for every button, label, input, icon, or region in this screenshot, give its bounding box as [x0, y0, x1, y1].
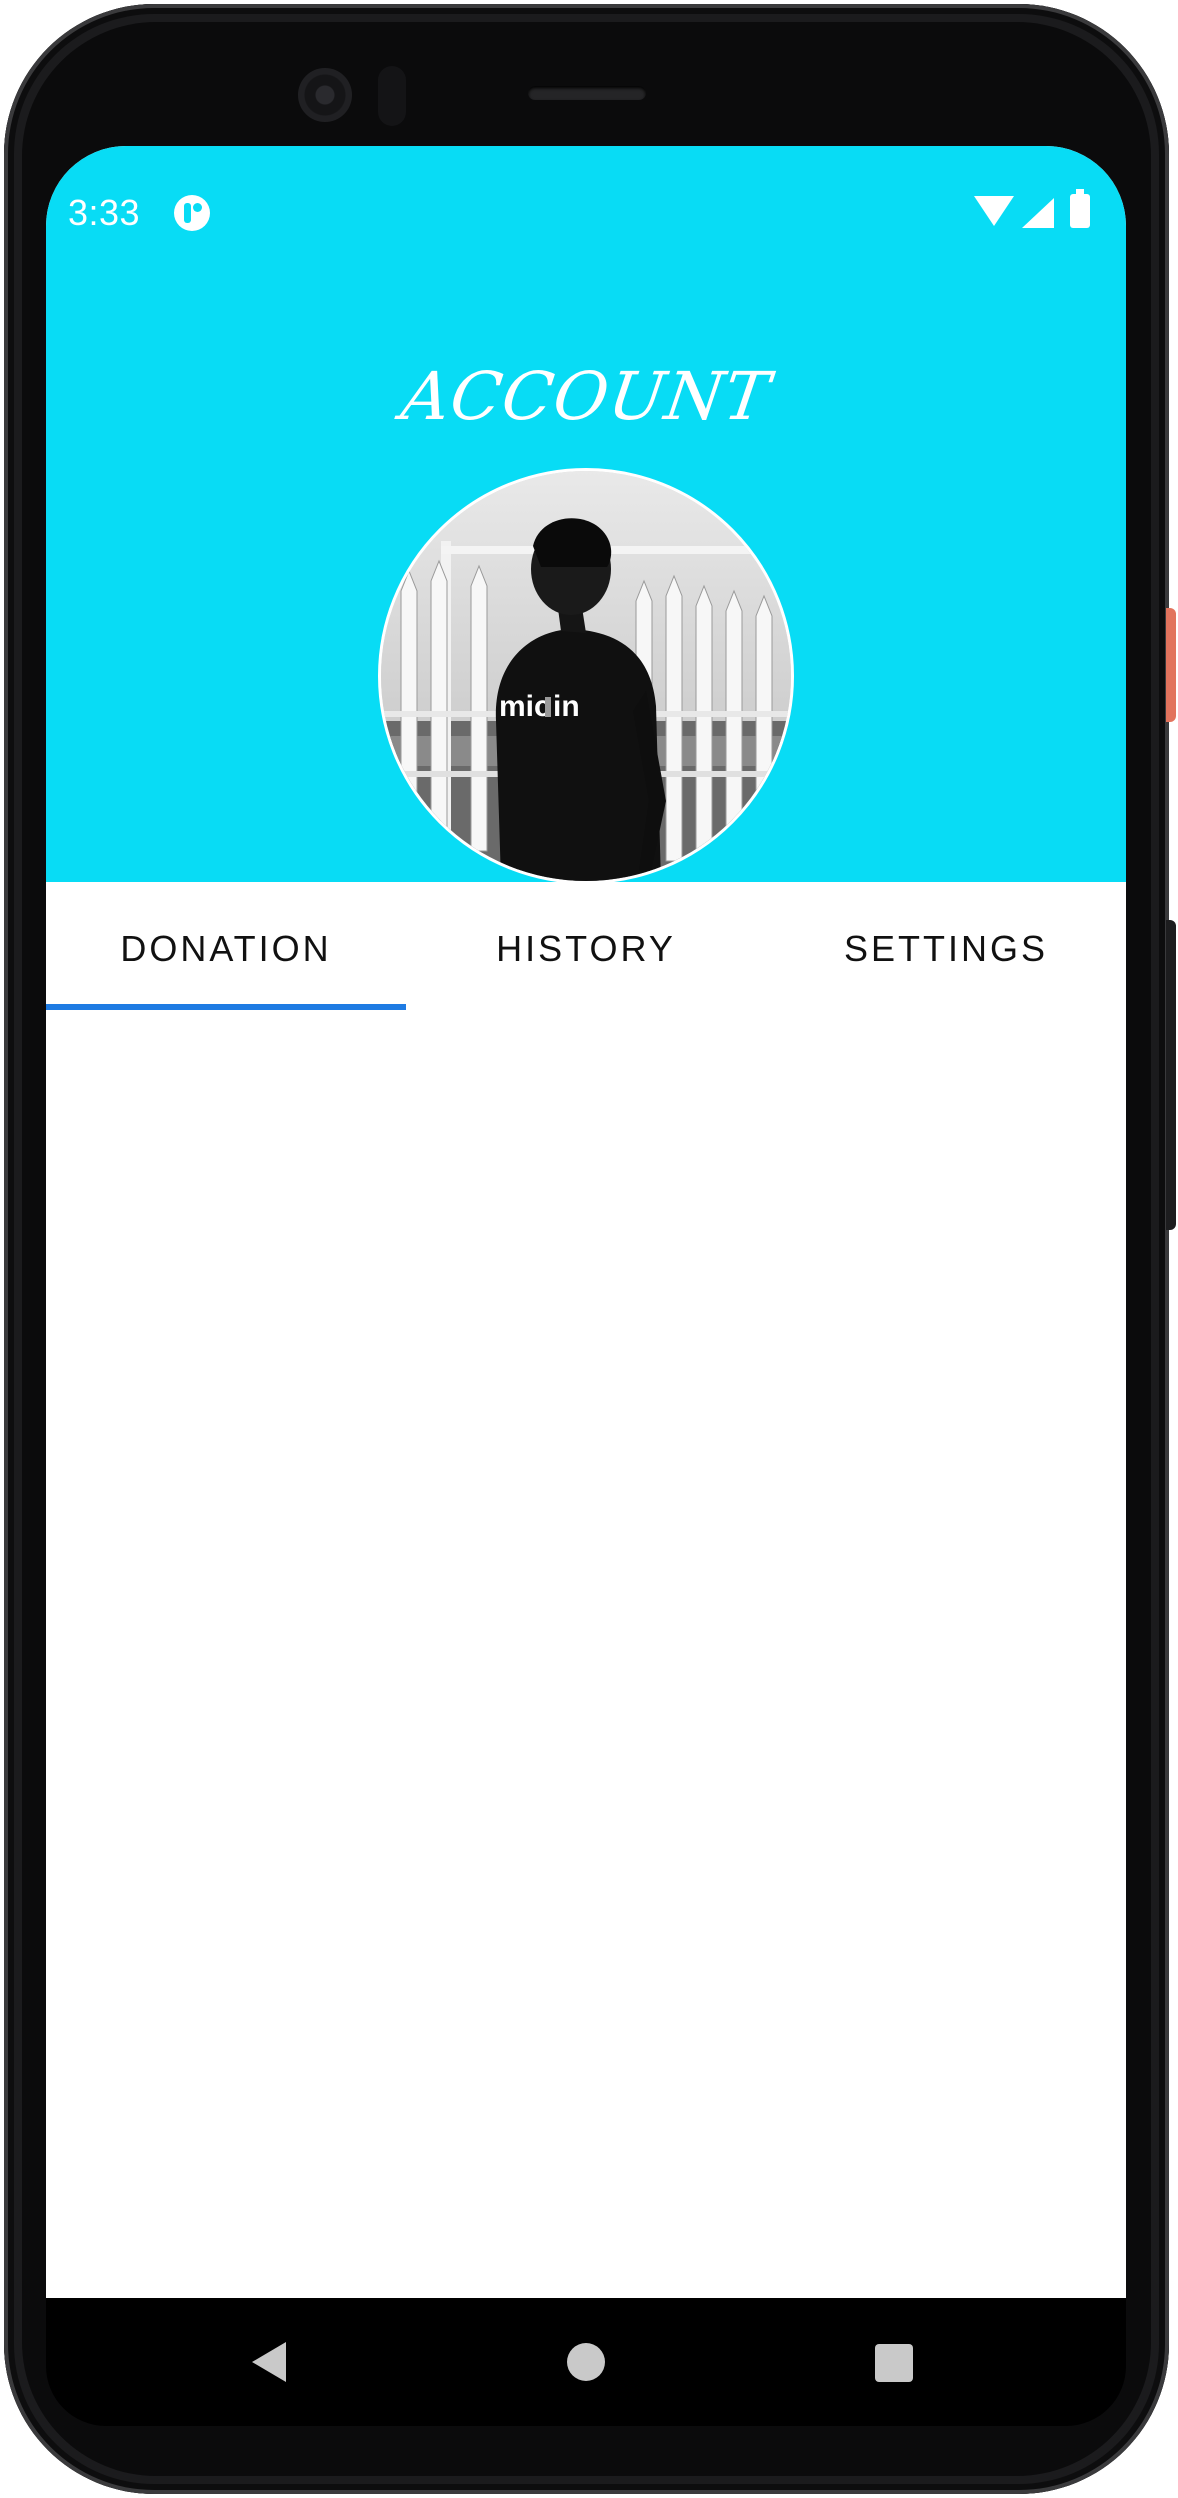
page-title: ACCOUNT	[396, 358, 775, 435]
tab-donation[interactable]: DONATION	[46, 882, 406, 1022]
app-screen: 3:33 ACCOUNT mic in DONATION HISTORY SET…	[46, 146, 1126, 2298]
svg-text:in: in	[553, 690, 580, 723]
status-icons	[974, 189, 1104, 230]
tab-history[interactable]: HISTORY	[406, 882, 766, 1022]
app-notification-icon	[174, 195, 210, 231]
profile-photo: mic in	[381, 471, 791, 881]
back-icon[interactable]	[252, 2342, 286, 2382]
tab-bar: DONATION HISTORY SETTINGS	[46, 882, 1126, 1022]
signal-icon	[1022, 198, 1054, 228]
earpiece-speaker	[528, 86, 646, 100]
navigation-bar	[46, 2298, 1126, 2426]
battery-icon	[1070, 189, 1090, 228]
account-header: 3:33 ACCOUNT mic in	[46, 146, 1126, 884]
home-icon[interactable]	[567, 2343, 605, 2381]
power-button	[1166, 608, 1176, 722]
proximity-sensor	[378, 66, 406, 126]
avatar[interactable]: mic in	[378, 468, 794, 884]
wifi-icon	[974, 196, 1014, 226]
front-camera	[298, 68, 352, 122]
status-time: 3:33	[68, 192, 141, 233]
tab-settings[interactable]: SETTINGS	[766, 882, 1126, 1022]
tab-selected-indicator	[46, 1004, 406, 1010]
tab-content	[46, 1022, 1126, 2298]
volume-button	[1166, 920, 1176, 1230]
recents-icon[interactable]	[875, 2344, 913, 2382]
svg-text:mic: mic	[499, 690, 551, 723]
